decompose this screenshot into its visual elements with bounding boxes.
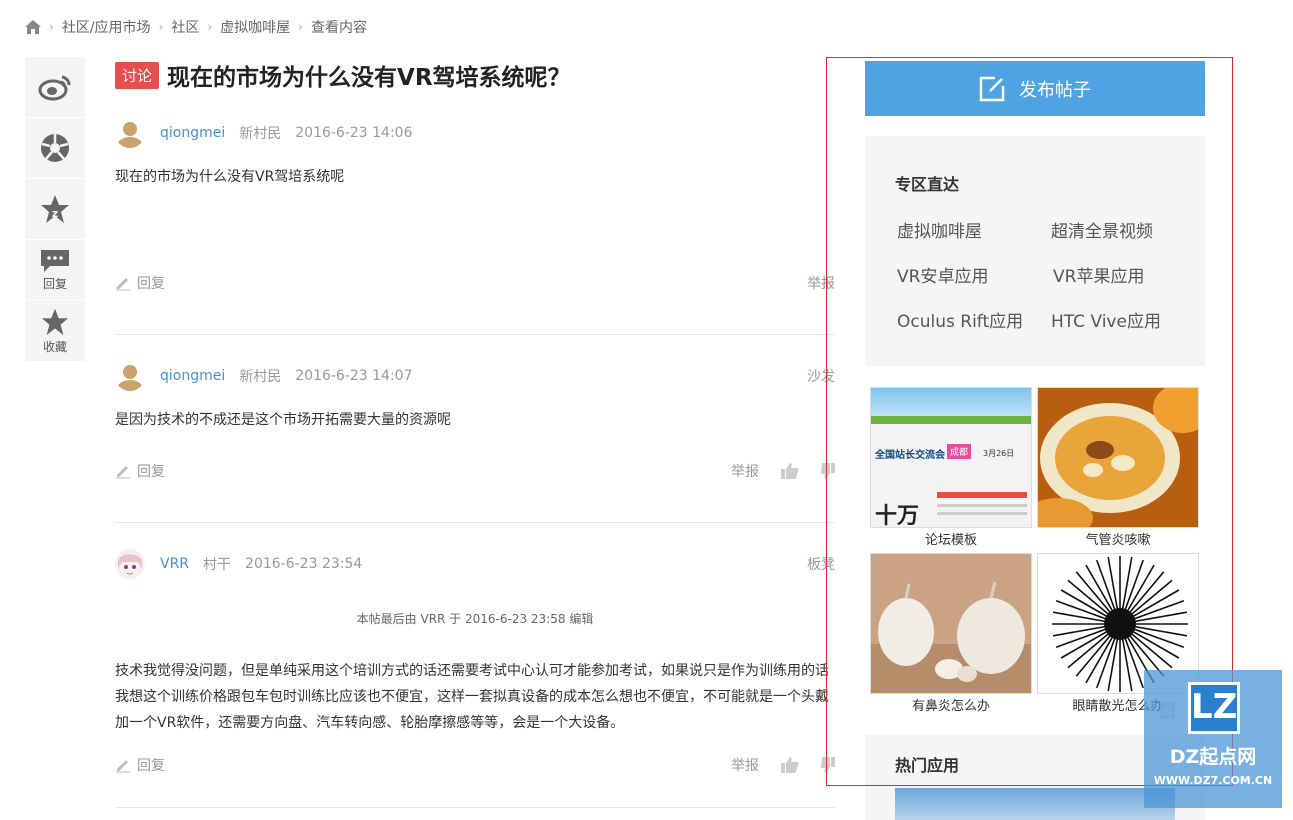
post-user-rank: 新村民 (239, 126, 282, 142)
post-actions: 回复 举报 (115, 459, 835, 483)
watermark-logo: LZ (1188, 682, 1240, 734)
weibo-icon (38, 75, 71, 101)
breadcrumb-separator: › (298, 20, 303, 34)
reply-button[interactable]: 回复 (115, 461, 165, 481)
avatar[interactable] (115, 361, 145, 391)
watermark-url: WWW.DZ7.COM.CN (1153, 774, 1273, 787)
post-time: 2016-6-23 14:06 (295, 125, 413, 141)
report-button[interactable]: 举报 (731, 755, 759, 775)
thumbs-up-icon[interactable] (781, 463, 799, 479)
thread-title: 现在的市场为什么没有VR驾培系统呢？ (167, 65, 571, 91)
post-content: 现在的市场为什么没有VR驾培系统呢 (115, 169, 345, 185)
breadcrumb: › 社区/应用市场 › 社区 › 虚拟咖啡屋 › 查看内容 (25, 17, 367, 37)
reply-button[interactable]: 回复 (115, 273, 165, 293)
breadcrumb-item[interactable]: 社区/应用市场 (62, 17, 151, 37)
avatar[interactable] (115, 549, 145, 579)
svg-text:z: z (52, 207, 58, 220)
post-content-line: 技术我觉得没问题，但是单纯采用这个培训方式的话还需要考试中心认可才能参加考试，如… (115, 663, 829, 679)
home-icon[interactable] (25, 20, 41, 34)
post-content-line: 我想这个训练价格跟包车包时训练比应该也不便宜，这样一套拟真设备的成本怎么想也不便… (115, 689, 829, 705)
post-user-rank: 村干 (203, 557, 232, 573)
weibo-share-button[interactable] (25, 57, 85, 118)
post-content: 技术我觉得没问题，但是单纯采用这个培训方式的话还需要考试中心认可才能参加考试，如… (115, 658, 835, 736)
breadcrumb-separator: › (158, 20, 164, 34)
hot-app-image[interactable] (895, 788, 1175, 820)
divider (115, 807, 835, 808)
post: qiongmei 新村民 2016-6-23 14:07 沙发 是因为技术的不成… (115, 356, 835, 483)
favorite-toolbar-button[interactable]: 收藏 (25, 301, 85, 362)
report-button[interactable]: 举报 (731, 461, 759, 481)
thread-title-row: 讨论 现在的市场为什么没有VR驾培系统呢？ (115, 57, 835, 93)
post-username[interactable]: qiongmei (160, 368, 225, 384)
post-author-row: VRR 村干 2016-6-23 23:54 板凳 (115, 544, 835, 584)
star-icon (41, 308, 69, 335)
page: › 社区/应用市场 › 社区 › 虚拟咖啡屋 › 查看内容 z 回复 收藏 讨论… (0, 0, 1293, 820)
edit-note: 本帖最后由 VRR 于 2016-6-23 23:58 编辑 (356, 612, 594, 626)
reply-toolbar-button[interactable]: 回复 (25, 240, 85, 301)
reply-button[interactable]: 回复 (115, 755, 165, 775)
watermark-brand: DZ起点网 (1169, 746, 1257, 768)
reply-label: 回复 (137, 758, 165, 774)
breadcrumb-separator: › (207, 20, 213, 34)
post-username[interactable]: qiongmei (160, 125, 225, 141)
breadcrumb-item[interactable]: 社区 (171, 17, 199, 37)
breadcrumb-separator: › (49, 20, 54, 34)
camera-shutter-icon (41, 134, 69, 162)
post-actions: 回复 举报 (115, 271, 835, 295)
thread-tag[interactable]: 讨论 (115, 61, 160, 89)
breadcrumb-current: 查看内容 (310, 20, 367, 36)
post-content: 是因为技术的不成还是这个市场开拓需要大量的资源呢 (115, 412, 451, 428)
favorite-toolbar-label: 收藏 (42, 339, 67, 354)
qzone-star-icon: z (41, 195, 69, 223)
thumbs-up-icon[interactable] (781, 757, 799, 773)
pencil-icon (116, 278, 130, 291)
divider (115, 334, 835, 335)
post-author-row: qiongmei 新村民 2016-6-23 14:06 (115, 113, 835, 153)
post-username[interactable]: VRR (160, 556, 189, 572)
pencil-icon (116, 466, 130, 479)
post: qiongmei 新村民 2016-6-23 14:06 现在的市场为什么没有V… (115, 113, 835, 295)
divider (115, 522, 835, 523)
post: VRR 村干 2016-6-23 23:54 板凳 本帖最后由 VRR 于 20… (115, 544, 835, 777)
thread: 讨论 现在的市场为什么没有VR驾培系统呢？ qiongmei 新村民 2016-… (115, 57, 835, 808)
moments-share-button[interactable] (25, 118, 85, 179)
reply-label: 回复 (137, 276, 165, 292)
avatar[interactable] (115, 118, 145, 148)
post-actions: 回复 举报 (115, 753, 835, 777)
qzone-share-button[interactable]: z (25, 179, 85, 240)
post-author-row: qiongmei 新村民 2016-6-23 14:07 沙发 (115, 356, 835, 396)
post-time: 2016-6-23 14:07 (295, 368, 413, 384)
pencil-icon (116, 760, 130, 773)
comment-icon (41, 249, 69, 272)
watermark: LZ DZ起点网 WWW.DZ7.COM.CN (1144, 670, 1282, 808)
post-content-line: 加一个VR软件，还需要方向盘、汽车转向感、轮胎摩擦感等等，会是一个大设备。 (115, 715, 625, 731)
breadcrumb-item[interactable]: 虚拟咖啡屋 (220, 17, 290, 37)
reply-label: 回复 (137, 464, 165, 480)
reply-toolbar-label: 回复 (42, 276, 67, 291)
post-time: 2016-6-23 23:54 (245, 556, 363, 572)
post-user-rank: 新村民 (239, 369, 282, 385)
share-toolbar: z 回复 收藏 (25, 57, 85, 362)
